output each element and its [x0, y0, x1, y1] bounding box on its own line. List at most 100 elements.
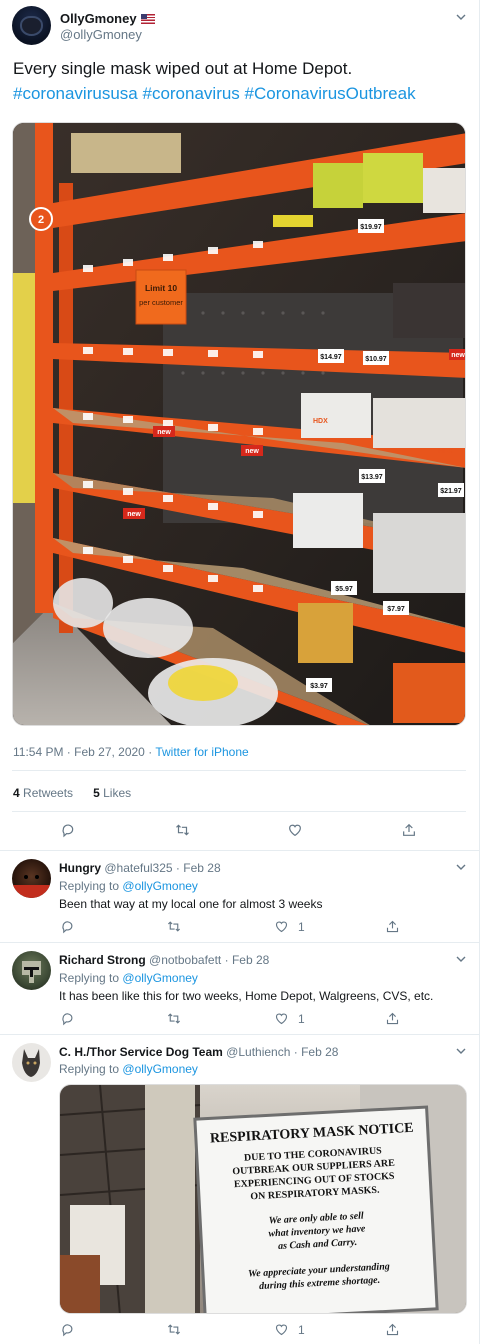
reply-actions: 1 [59, 919, 409, 937]
like-icon [275, 1013, 288, 1025]
reply-actions: 1 [59, 1011, 409, 1029]
retweets-label: Retweets [23, 786, 74, 800]
mention-link[interactable]: @ollyGmoney [122, 971, 198, 985]
share-button[interactable] [401, 822, 417, 838]
reply-photo[interactable]: RESPIRATORY MASK NOTICE DUE TO THE CORON… [59, 1084, 467, 1314]
user-handle[interactable]: @Luthiench [226, 1045, 290, 1059]
reply-date[interactable]: Feb 28 [232, 953, 269, 967]
divider [12, 770, 466, 771]
replying-to: Replying to @ollyGmoney [59, 971, 198, 985]
hashtag-link[interactable]: #CoronavirusOutbreak [245, 84, 416, 103]
price-tag: $21.97 [440, 488, 462, 495]
avatar-dog [22, 1049, 40, 1077]
new-tag: new [157, 429, 171, 436]
price-tag: $19.97 [360, 224, 382, 231]
chevron-down-icon[interactable] [455, 861, 467, 873]
source-link[interactable]: Twitter for iPhone [155, 745, 248, 759]
dot-separator: · [293, 1045, 298, 1059]
display-name-container[interactable]: OllyGmoney [60, 11, 155, 26]
chevron-down-icon[interactable] [455, 1045, 467, 1057]
avatar-helmet [22, 961, 41, 983]
reply-header: Hungry @hateful325 · Feb 28 [59, 861, 221, 875]
display-name[interactable]: Hungry [59, 861, 101, 875]
display-name[interactable]: OllyGmoney [60, 11, 137, 26]
reply-icon [62, 1324, 73, 1337]
share-button[interactable] [385, 919, 400, 934]
mention-link[interactable]: @ollyGmoney [122, 879, 198, 893]
tweet-meta: 11:54 PM · Feb 27, 2020 · Twitter for iP… [13, 745, 249, 759]
retweet-button[interactable] [174, 822, 191, 838]
retweet-icon [167, 921, 181, 932]
reply-date[interactable]: Feb 28 [301, 1045, 338, 1059]
retweet-button[interactable] [166, 1322, 182, 1337]
retweet-icon [167, 1013, 181, 1024]
hashtag-link[interactable]: #coronavirususa [13, 84, 138, 103]
like-count: 1 [298, 919, 305, 934]
display-name[interactable]: C. H./Thor Service Dog Team [59, 1045, 223, 1059]
us-flag-icon [140, 14, 155, 24]
reply-icon [62, 921, 73, 934]
reply-button[interactable] [60, 822, 76, 838]
like-count: 1 [298, 1322, 305, 1337]
like-button[interactable]: 1 [274, 919, 305, 934]
share-icon [386, 1323, 399, 1336]
reply-tweet[interactable]: Richard Strong @notbobafett · Feb 28 Rep… [0, 942, 480, 1034]
share-button[interactable] [385, 1322, 400, 1337]
user-handle[interactable]: @ollyGmoney [60, 27, 142, 42]
brand-label: HDX [438, 448, 453, 455]
price-tag: $10.97 [365, 356, 387, 363]
avatar-face [12, 875, 51, 898]
meta-separator: · [144, 745, 156, 759]
likes-stat[interactable]: 5 Likes [93, 786, 131, 800]
tweet-body: Every single mask wiped out at Home Depo… [13, 59, 353, 78]
price-tag: $5.97 [335, 586, 353, 593]
reply-icon [62, 1013, 73, 1026]
reply-text: Been that way at my local one for almost… [59, 897, 323, 911]
user-handle[interactable]: @hateful325 [104, 861, 172, 875]
chevron-down-icon[interactable] [455, 11, 467, 23]
avatar[interactable] [12, 859, 51, 898]
reply-button[interactable] [60, 1011, 75, 1026]
share-icon [386, 920, 399, 933]
share-icon [386, 1012, 399, 1025]
avatar[interactable] [12, 1043, 51, 1082]
reply-button[interactable] [60, 919, 75, 934]
like-icon [289, 824, 301, 837]
hashtag-link[interactable]: #coronavirus [142, 84, 239, 103]
likes-count: 5 [93, 786, 100, 800]
avatar[interactable] [12, 6, 51, 45]
share-button[interactable] [385, 1011, 400, 1026]
reply-button[interactable] [60, 1322, 75, 1337]
reply-actions: 1 [59, 1322, 409, 1340]
dot-separator: · [175, 861, 180, 875]
retweet-button[interactable] [166, 919, 182, 934]
retweet-button[interactable] [166, 1011, 182, 1026]
replying-prefix: Replying to [59, 1062, 120, 1076]
tweet-photo[interactable]: Limit 10 per customer 2 $19.97 $14.97 $1… [12, 122, 466, 726]
chevron-down-icon[interactable] [455, 953, 467, 965]
like-button[interactable]: 1 [274, 1011, 305, 1026]
display-name[interactable]: Richard Strong [59, 953, 146, 967]
reply-header: Richard Strong @notbobafett · Feb 28 [59, 953, 269, 967]
avatar[interactable] [12, 951, 51, 990]
like-icon [275, 921, 288, 933]
like-button[interactable]: 1 [274, 1322, 305, 1337]
brand-label: HDX [313, 418, 328, 425]
avatar-helmet [20, 16, 43, 36]
mention-link[interactable]: @ollyGmoney [122, 1062, 198, 1076]
retweet-icon [176, 824, 189, 836]
timestamp-link[interactable]: 11:54 PM · Feb 27, 2020 [13, 745, 145, 759]
like-button[interactable] [287, 822, 303, 838]
retweets-stat[interactable]: 4 Retweets [13, 786, 73, 800]
divider [12, 811, 466, 812]
price-tag: $14.97 [320, 354, 342, 361]
reply-date[interactable]: Feb 28 [183, 861, 220, 875]
reply-text: It has been like this for two weeks, Hom… [59, 989, 434, 1003]
user-handle[interactable]: @notbobafett [149, 953, 221, 967]
replying-prefix: Replying to [59, 879, 120, 893]
aisle-marker: 2 [38, 214, 44, 226]
main-tweet: OllyGmoney @ollyGmoney Every single mask… [0, 0, 480, 850]
reply-tweet[interactable]: Hungry @hateful325 · Feb 28 Replying to … [0, 850, 480, 942]
new-tag: new [245, 448, 259, 455]
price-tag: $3.97 [310, 683, 328, 690]
